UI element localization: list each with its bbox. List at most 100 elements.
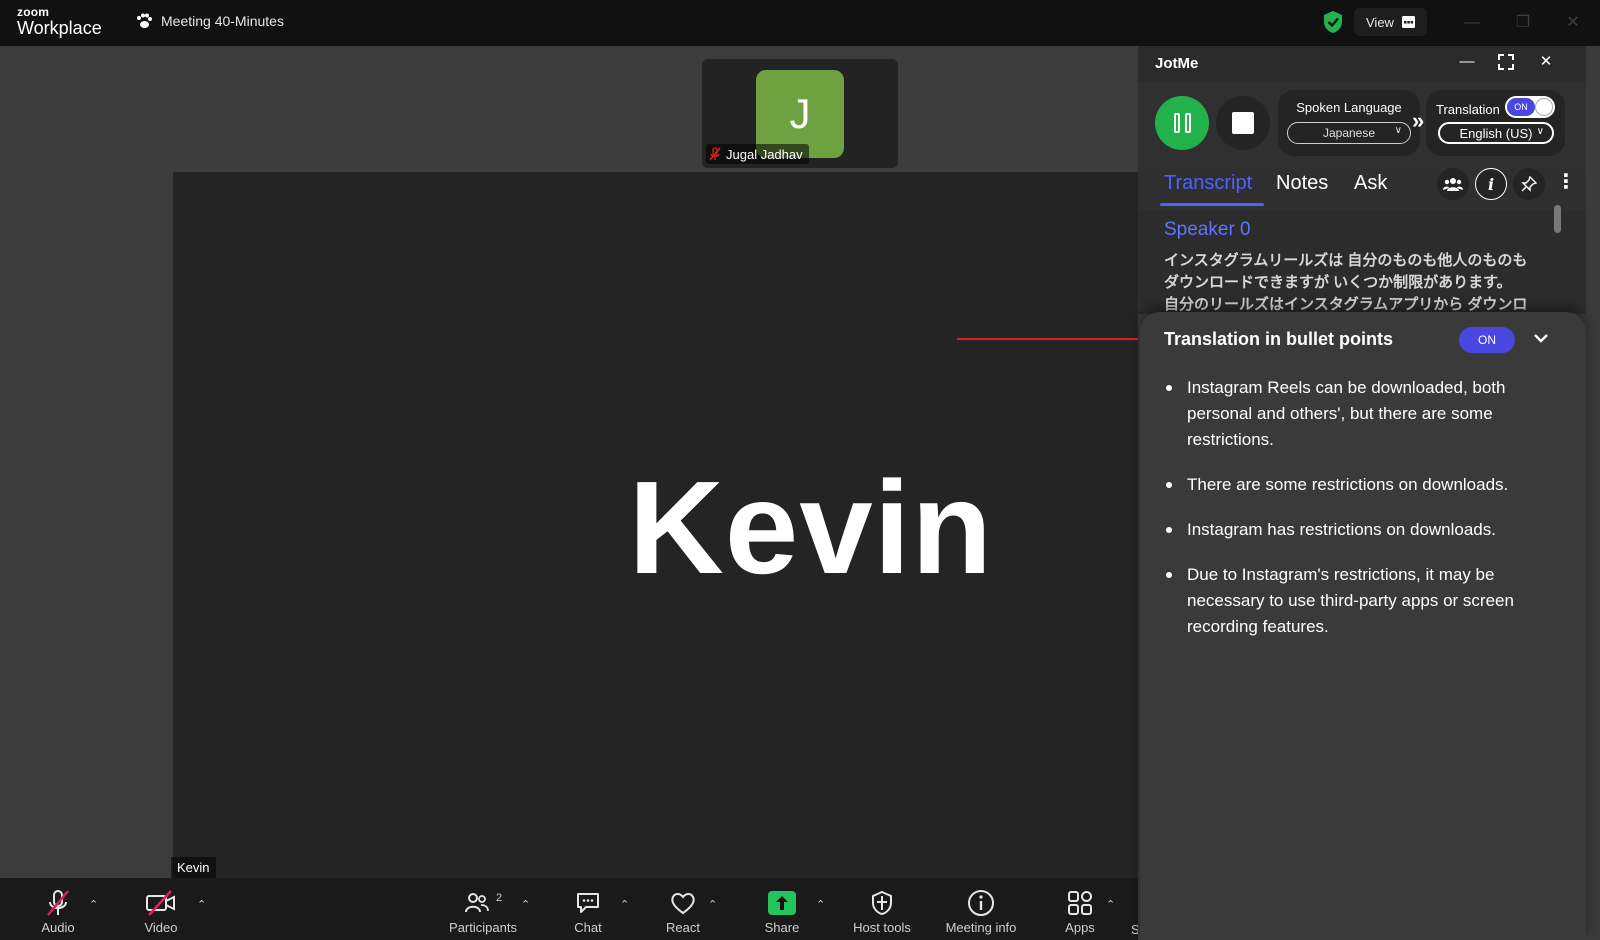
participant-name-tag: Jugal Jadhav bbox=[706, 144, 809, 164]
share-button[interactable]: Share bbox=[742, 888, 822, 935]
meeting-title[interactable]: Meeting 40-Minutes bbox=[135, 12, 284, 30]
translation-toggle-state: ON bbox=[1507, 98, 1535, 116]
apps-label: Apps bbox=[1065, 920, 1095, 935]
translation-toggle[interactable]: ON bbox=[1505, 96, 1555, 118]
share-label: Share bbox=[764, 920, 800, 935]
apps-button[interactable]: Apps bbox=[1040, 888, 1120, 935]
spoken-language-value: Japanese bbox=[1322, 126, 1376, 140]
share-icon bbox=[768, 891, 796, 915]
meeting-title-text: Meeting 40-Minutes bbox=[161, 13, 284, 29]
video-off-icon bbox=[146, 890, 175, 916]
tab-notes[interactable]: Notes bbox=[1276, 172, 1328, 195]
bullet-item: Instagram Reels can be downloaded, both … bbox=[1164, 375, 1554, 453]
logo-wordmark: zoom bbox=[17, 5, 50, 19]
info-icon[interactable]: i bbox=[1475, 168, 1507, 200]
react-options-chevron-icon[interactable]: ⌃ bbox=[708, 898, 717, 911]
bullet-card-title: Translation in bullet points bbox=[1164, 329, 1394, 349]
transcript-line: ダウンロードできますが いくつか制限があります。 bbox=[1164, 274, 1512, 291]
video-label: Video bbox=[144, 920, 178, 935]
participants-label: Participants bbox=[449, 920, 517, 935]
chevron-down-icon: ∨ bbox=[1394, 125, 1402, 136]
react-label: React bbox=[666, 920, 700, 935]
bullet-item: There are some restrictions on downloads… bbox=[1164, 472, 1554, 498]
spoken-language-select[interactable]: Japanese ∨ bbox=[1287, 122, 1411, 144]
host-tools-shield-icon bbox=[872, 890, 892, 916]
video-options-chevron-icon[interactable]: ⌃ bbox=[197, 898, 206, 911]
grid-icon bbox=[1401, 16, 1415, 28]
toggle-knob bbox=[1536, 99, 1552, 115]
active-tab-indicator bbox=[1160, 203, 1264, 206]
apps-options-chevron-icon[interactable]: ⌃ bbox=[1106, 898, 1115, 911]
participant-thumbnail[interactable]: J Jugal Jadhav bbox=[702, 59, 898, 168]
pause-bar-right bbox=[1184, 113, 1191, 133]
translation-language-value: English (US) bbox=[1459, 125, 1533, 141]
apps-icon bbox=[1068, 891, 1092, 915]
stop-icon bbox=[1232, 112, 1254, 134]
tab-ask[interactable]: Ask bbox=[1354, 172, 1387, 195]
transcript-text: インスタグラムリールズは 自分のものも他人のものも ダウンロードできますが いく… bbox=[1164, 250, 1549, 316]
bullet-item: Due to Instagram's restrictions, it may … bbox=[1164, 562, 1554, 640]
jotme-title: JotMe bbox=[1155, 55, 1199, 72]
bullet-item: Instagram has restrictions on downloads. bbox=[1164, 517, 1554, 543]
jotme-header bbox=[1138, 46, 1586, 82]
participants-options-chevron-icon[interactable]: ⌃ bbox=[521, 898, 530, 911]
bullet-card-toggle[interactable]: ON bbox=[1459, 327, 1515, 353]
transcript-line: インスタグラムリールズは 自分のものも他人のものも bbox=[1164, 252, 1528, 269]
pause-bar-left bbox=[1173, 113, 1180, 133]
view-label: View bbox=[1366, 14, 1394, 30]
bullet-list: Instagram Reels can be downloaded, both … bbox=[1164, 375, 1554, 659]
chat-options-chevron-icon[interactable]: ⌃ bbox=[620, 898, 629, 911]
translation-label: Translation bbox=[1436, 102, 1500, 117]
chevron-down-icon: ∨ bbox=[1536, 126, 1544, 137]
double-chevron-right-icon: » bbox=[1412, 108, 1425, 133]
chat-icon bbox=[577, 893, 599, 913]
view-button[interactable]: View bbox=[1354, 8, 1427, 36]
panel-expand-icon[interactable] bbox=[1496, 52, 1516, 72]
participants-button[interactable]: 2 Participants bbox=[428, 888, 538, 935]
zoom-logo: zoom Workplace bbox=[17, 6, 102, 37]
video-button[interactable]: Video bbox=[121, 888, 201, 935]
logo-product: Workplace bbox=[17, 18, 102, 38]
pause-recording-button[interactable] bbox=[1155, 96, 1209, 150]
audio-label: Audio bbox=[41, 920, 75, 935]
pin-button[interactable] bbox=[1513, 168, 1545, 200]
panel-minimize-icon[interactable]: — bbox=[1457, 52, 1477, 72]
active-speaker-name: Kevin bbox=[628, 454, 993, 601]
paw-icon bbox=[137, 13, 152, 28]
active-speaker-video: Kevin bbox=[173, 172, 1138, 878]
restore-window-icon[interactable]: ❐ bbox=[1513, 13, 1533, 33]
react-button[interactable]: React bbox=[643, 888, 723, 935]
close-window-icon[interactable]: ✕ bbox=[1563, 13, 1583, 33]
host-tools-button[interactable]: Host tools bbox=[842, 888, 922, 935]
translation-language-select[interactable]: English (US) ∨ bbox=[1438, 122, 1554, 144]
speakers-button[interactable] bbox=[1437, 168, 1469, 200]
active-speaker-label: Kevin bbox=[171, 857, 216, 879]
meeting-info-button[interactable]: Meeting info bbox=[941, 888, 1021, 935]
host-tools-label: Host tools bbox=[853, 920, 911, 935]
speaker-name: Speaker 0 bbox=[1164, 219, 1251, 240]
minimize-window-icon[interactable]: — bbox=[1462, 13, 1482, 33]
tab-transcript[interactable]: Transcript bbox=[1164, 172, 1252, 195]
heart-icon bbox=[671, 893, 695, 915]
mic-muted-icon bbox=[709, 147, 721, 161]
audio-options-chevron-icon[interactable]: ⌃ bbox=[89, 898, 98, 911]
chat-button[interactable]: Chat bbox=[548, 888, 628, 935]
pin-icon bbox=[1521, 176, 1537, 192]
panel-close-icon[interactable]: ✕ bbox=[1536, 52, 1556, 72]
participant-name: Jugal Jadhav bbox=[726, 146, 803, 162]
group-icon bbox=[1443, 178, 1463, 191]
annotation-arrow bbox=[957, 334, 1155, 344]
share-options-chevron-icon[interactable]: ⌃ bbox=[816, 898, 825, 911]
mic-muted-icon bbox=[47, 890, 69, 916]
participants-icon bbox=[464, 893, 489, 913]
meeting-info-label: Meeting info bbox=[945, 920, 1017, 935]
chat-label: Chat bbox=[574, 920, 602, 935]
participants-count: 2 bbox=[495, 892, 503, 904]
spoken-language-label: Spoken Language bbox=[1296, 100, 1402, 115]
audio-button[interactable]: Audio bbox=[18, 888, 98, 935]
security-shield-icon[interactable] bbox=[1322, 10, 1344, 34]
transcript-scrollbar[interactable] bbox=[1554, 205, 1561, 233]
stop-recording-button[interactable] bbox=[1216, 96, 1270, 150]
more-options-icon[interactable]: ⋮ bbox=[1556, 172, 1576, 192]
chevron-down-icon[interactable] bbox=[1531, 328, 1551, 348]
